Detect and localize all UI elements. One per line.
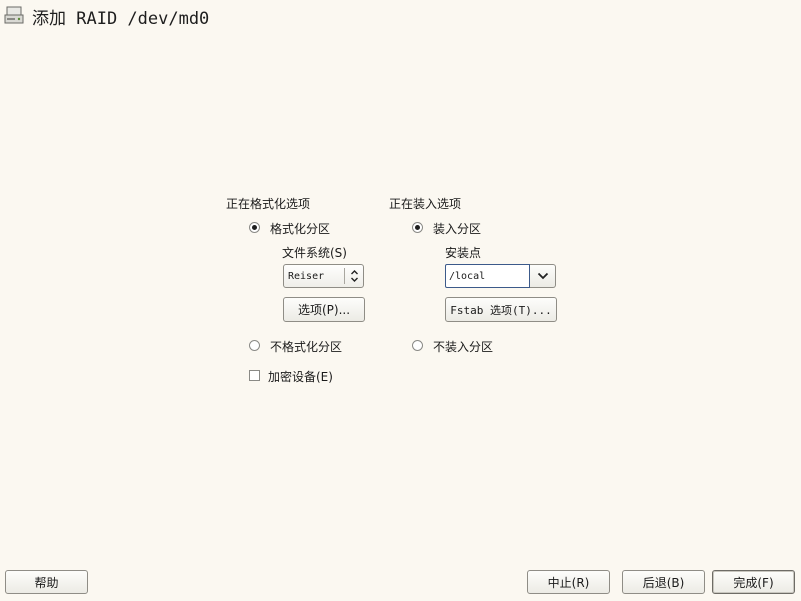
fstab-options-button[interactable]: Fstab 选项(T)...	[445, 297, 557, 322]
no-format-label[interactable]: 不格式化分区	[270, 338, 342, 355]
back-button[interactable]: 后退(B)	[622, 570, 705, 594]
updown-arrow-icon	[345, 265, 363, 287]
finish-button[interactable]: 完成(F)	[712, 570, 795, 594]
format-partition-radio[interactable]	[249, 222, 260, 233]
no-mount-label[interactable]: 不装入分区	[433, 338, 493, 355]
mount-partition-label[interactable]: 装入分区	[433, 220, 481, 237]
abort-button[interactable]: 中止(R)	[527, 570, 610, 594]
harddisk-icon	[4, 6, 26, 26]
format-options-button[interactable]: 选项(P)...	[283, 297, 365, 322]
filesystem-select[interactable]: Reiser	[283, 264, 364, 288]
chevron-down-icon[interactable]	[530, 264, 556, 288]
encrypt-device-checkbox[interactable]	[249, 370, 260, 381]
filesystem-value: Reiser	[288, 270, 325, 282]
mount-point-label: 安装点	[445, 246, 482, 260]
mount-point-combo[interactable]: /local	[445, 264, 556, 288]
mount-partition-radio[interactable]	[412, 222, 423, 233]
format-partition-label[interactable]: 格式化分区	[270, 220, 330, 237]
no-format-radio[interactable]	[249, 340, 260, 351]
page-title: 添加 RAID /dev/md0	[32, 9, 210, 29]
help-button[interactable]: 帮助	[5, 570, 88, 594]
mounting-options-heading: 正在装入选项	[389, 197, 462, 211]
no-mount-radio[interactable]	[412, 340, 423, 351]
encrypt-device-label[interactable]: 加密设备(E)	[268, 368, 333, 385]
mount-point-input[interactable]: /local	[445, 264, 530, 288]
formatting-options-heading: 正在格式化选项	[226, 197, 311, 211]
filesystem-label: 文件系统(S)	[282, 246, 347, 260]
